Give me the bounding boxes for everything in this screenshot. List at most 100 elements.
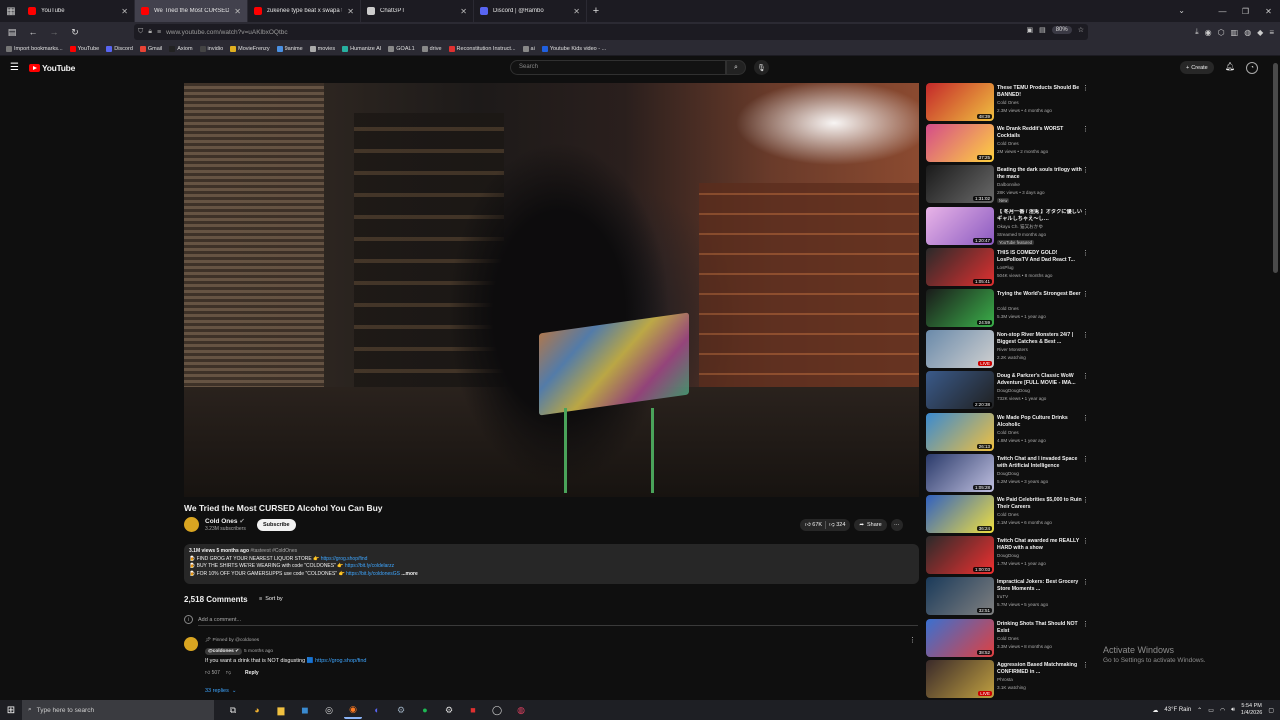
browser-tab[interactable]: YouTube ✕ (22, 0, 135, 22)
recommended-video[interactable]: 38:52 Drinking Shots That Should NOT Exis… (926, 618, 1096, 659)
recommended-video-channel[interactable]: DougDoug (997, 553, 1019, 558)
network-icon[interactable]: ▭ (1208, 707, 1214, 714)
bookmark-item[interactable]: Reconstitution Instruct... (448, 45, 516, 52)
recommended-video-channel[interactable]: Cold Ones (997, 306, 1019, 311)
voice-search-button[interactable]: 🎙︎ (754, 60, 769, 75)
recommended-video-title[interactable]: Beating the dark souls trilogy with the … (997, 167, 1085, 181)
bookmark-item[interactable]: Humanize AI (342, 45, 381, 52)
windows-start-icon[interactable]: ⊞ (0, 700, 22, 720)
wifi-icon[interactable]: ◠ (1220, 707, 1225, 714)
bookmark-item[interactable]: 9anime (276, 45, 303, 52)
recommended-video-title[interactable]: Doug & Parkzer's Classic WoW Adventure [… (997, 373, 1085, 387)
add-comment-input[interactable]: Add a comment... (198, 617, 918, 626)
tray-chevron-icon[interactable]: ⌃ (1197, 707, 1202, 714)
more-options-icon[interactable]: ⋮ (1082, 84, 1089, 92)
reload-button[interactable]: ↻ (66, 23, 84, 41)
close-tab-icon[interactable]: ✕ (121, 7, 128, 16)
firefox-icon[interactable]: ◉ (344, 701, 362, 719)
app-icon-ring[interactable]: ◍ (512, 701, 530, 719)
recommended-video[interactable]: 1:00:03 Twitch Chat awarded me REALLY HAR… (926, 536, 1096, 576)
extension-icon-3[interactable]: ◆ (1257, 28, 1263, 37)
recommended-video-channel[interactable]: River Monsters (997, 347, 1028, 352)
recommended-video-title[interactable]: We Made Pop Culture Drinks Alcoholic (997, 415, 1085, 429)
recommended-video[interactable]: 1:31:02 Beating the dark souls trilogy wi… (926, 165, 1096, 205)
menu-icon[interactable]: ≡ (1269, 28, 1274, 37)
recommended-video-channel[interactable]: Cold Ones (997, 430, 1019, 435)
more-options-icon[interactable]: ⋮ (1082, 331, 1089, 339)
recommended-video[interactable]: LIVE Non-stop River Monsters 24/7 | Bigge… (926, 330, 1096, 370)
recommended-video-title[interactable]: We Drank Reddit's WORST Cocktails (997, 126, 1085, 140)
video-thumbnail[interactable]: LIVE (926, 330, 994, 369)
bookmark-item[interactable]: invidio (199, 45, 223, 52)
video-thumbnail[interactable]: 1:31:02 (926, 165, 994, 204)
weather-text[interactable]: 43°F Rain (1164, 707, 1191, 713)
recommended-video[interactable]: LIVE Aggression Based Matchmaking CONFIRM… (926, 659, 1096, 700)
recommended-video-title[interactable]: 【 冬月一番 / 淫兎 】オタクに優しいギャルしちゃえ～し… (997, 209, 1085, 223)
chevron-down-icon[interactable]: ⌄ (1178, 6, 1185, 15)
notifications-icon[interactable]: ▢ (1268, 707, 1274, 714)
video-thumbnail[interactable]: 1:00:03 (926, 536, 994, 575)
comment-time[interactable]: 5 months ago (244, 649, 273, 654)
recommended-video-channel[interactable]: Cold Ones (997, 141, 1019, 146)
recommended-video-channel[interactable]: LosPlug (997, 265, 1014, 270)
create-button[interactable]: + Create (1180, 61, 1214, 74)
video-thumbnail[interactable]: 1:05:28 (926, 453, 994, 492)
download-icon[interactable]: ⤓ (1195, 27, 1199, 37)
recommended-video-channel[interactable]: DougDoug (997, 471, 1019, 476)
forward-button[interactable]: → (45, 23, 63, 41)
page-scrollbar[interactable] (1273, 63, 1278, 273)
bookmark-item[interactable]: Gmail (139, 45, 162, 52)
browser-tab[interactable]: zukenee type beat x swapa typ ✕ (248, 0, 361, 22)
steam-icon[interactable]: ⚙ (392, 701, 410, 719)
close-tab-icon[interactable]: ✕ (234, 7, 241, 16)
recommended-video-channel[interactable]: Phrosta (997, 677, 1013, 682)
more-options-icon[interactable]: ⋮ (1082, 455, 1089, 463)
search-button[interactable]: ⌕ (726, 60, 746, 75)
video-thumbnail[interactable]: 1:20:47 (926, 206, 994, 245)
close-tab-icon[interactable]: ✕ (573, 7, 580, 16)
video-thumbnail[interactable]: 38:52 (926, 618, 994, 657)
task-view-icon[interactable]: ⧉ (224, 701, 242, 719)
permissions-icon[interactable]: ≡ (157, 29, 161, 36)
recommended-video-title[interactable]: Non-stop River Monsters 24/7 | Biggest C… (997, 332, 1085, 346)
account-icon[interactable]: ◉ (1205, 28, 1212, 37)
recommended-video[interactable]: 36:24 We Paid Celebrities $5,000 to Ruin … (926, 495, 1096, 535)
video-thumbnail[interactable]: 37:25 (926, 124, 994, 163)
recommended-video-channel[interactable]: Dalbonnike (997, 182, 1020, 187)
recommended-video-channel[interactable]: Cold Ones (997, 512, 1019, 517)
url-text[interactable]: www.youtube.com/watch?v=uAKlbxOQtbc (166, 29, 288, 36)
recommended-video-title[interactable]: Twitch Chat and I invaded Space with Art… (997, 456, 1085, 470)
recommended-video-title[interactable]: Drinking Shots That Should NOT Exist (997, 621, 1085, 635)
more-options-icon[interactable]: ⋮ (1082, 537, 1089, 545)
recommended-video-title[interactable]: Twitch Chat awarded me REALLY HARD with … (997, 538, 1085, 552)
description-link[interactable]: https://bit.ly/coldonesGS (346, 571, 400, 577)
share-button[interactable]: ➦ Share (854, 519, 887, 531)
youtube-logo[interactable]: YouTube (29, 63, 75, 73)
back-button[interactable]: ← (24, 23, 42, 41)
video-thumbnail[interactable]: 32:51 (926, 577, 994, 616)
obs-icon[interactable]: ◎ (320, 701, 338, 719)
reply-button[interactable]: Reply (245, 670, 259, 676)
more-options-icon[interactable]: ⋮ (1082, 290, 1089, 298)
sidebar-toggle-icon[interactable]: ▤ (3, 23, 21, 41)
recommended-video[interactable]: 26:13 We Made Pop Culture Drinks Alcoholi… (926, 412, 1096, 453)
maximize-button[interactable]: ❐ (1234, 0, 1257, 22)
close-window-button[interactable]: ✕ (1257, 0, 1280, 22)
browser-tab[interactable]: We Tried the Most CURSED Alcoh ✕ (135, 0, 248, 22)
close-tab-icon[interactable]: ✕ (347, 7, 354, 16)
bookmark-item[interactable]: Youtube Kids video - ... (541, 45, 606, 52)
recommended-video-channel[interactable]: DougDougDoug (997, 388, 1030, 393)
recommended-video[interactable]: 24:59 Trying the World's Strongest Beer Co… (926, 289, 1096, 329)
hamburger-menu-icon[interactable]: ☰ (10, 62, 19, 73)
zoom-level[interactable]: 80% (1051, 26, 1072, 34)
bookmark-item[interactable]: drive (421, 45, 442, 52)
comment-like-button[interactable]: 👍︎ 507 (205, 670, 220, 676)
description-link[interactable]: https://grog.shop/find (321, 556, 368, 562)
comment-author[interactable]: @coldones ✔ (205, 648, 243, 655)
notifications-bell-icon[interactable]: 🔔︎ (1225, 62, 1235, 71)
recommended-video-title[interactable]: We Paid Celebrities $5,000 to Ruin Their… (997, 497, 1085, 511)
minimize-button[interactable]: — (1211, 0, 1234, 22)
more-options-icon[interactable]: ⋮ (1082, 414, 1089, 422)
dislike-button[interactable]: 👎︎ 324 (829, 522, 845, 528)
bookmark-item[interactable]: Import bookmarks... (6, 45, 63, 52)
